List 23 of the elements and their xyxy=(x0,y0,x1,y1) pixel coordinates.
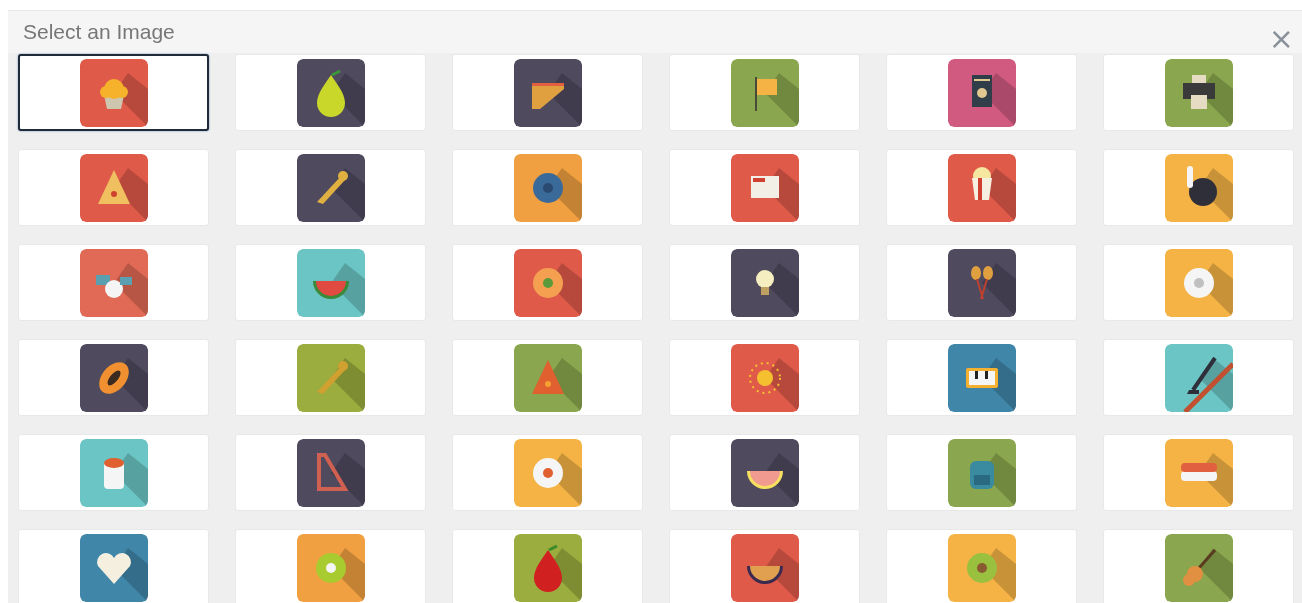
flag-icon xyxy=(730,58,799,127)
pizza-icon xyxy=(79,153,148,222)
pepper-icon xyxy=(513,533,582,602)
popcorn-icon xyxy=(947,153,1016,222)
hockey-stick-icon xyxy=(1164,343,1233,412)
printer-icon xyxy=(1164,58,1233,127)
maracas-icon xyxy=(947,248,1016,317)
dialog-title: Select an Image xyxy=(23,20,175,44)
image-tile[interactable] xyxy=(18,54,209,131)
watermelon-icon xyxy=(296,248,365,317)
close-button[interactable]: × xyxy=(1266,24,1296,54)
newspaper-icon xyxy=(730,153,799,222)
pear-icon xyxy=(296,58,365,127)
keyboard-icon xyxy=(947,343,1016,412)
passport-icon xyxy=(947,58,1016,127)
grapefruit-icon xyxy=(730,438,799,507)
nigiri-icon xyxy=(1164,438,1233,507)
sushi-icon xyxy=(79,438,148,507)
light-bulb-icon xyxy=(730,248,799,317)
muffin-icon xyxy=(79,58,148,127)
tent-icon xyxy=(513,343,582,412)
backpack-icon xyxy=(947,438,1016,507)
sun-icon xyxy=(730,343,799,412)
